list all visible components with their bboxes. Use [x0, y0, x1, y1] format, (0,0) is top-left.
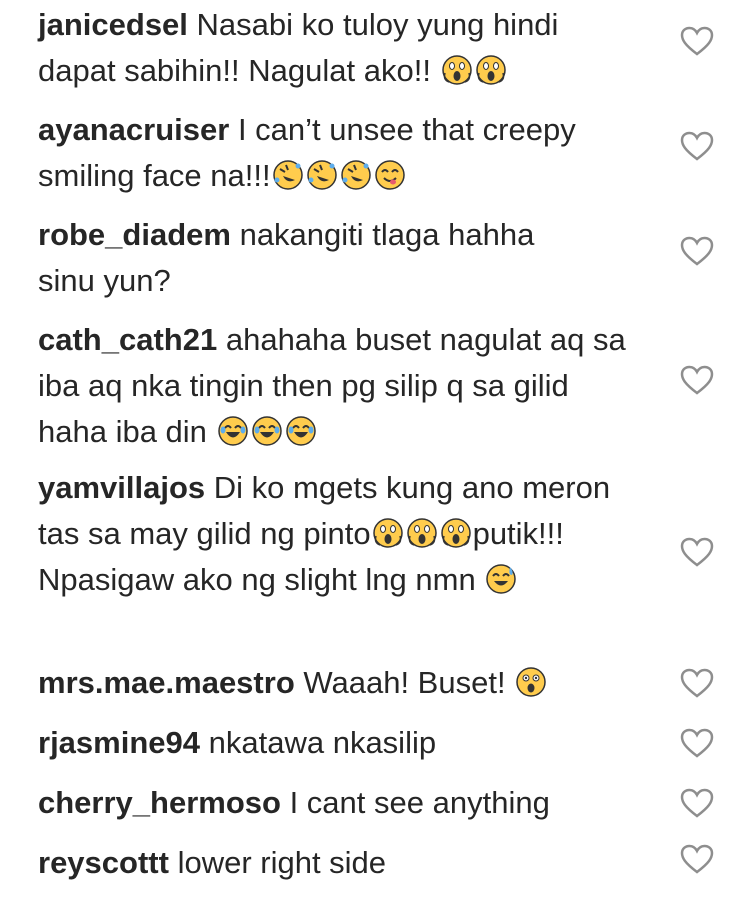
heart-outline-icon[interactable] — [680, 844, 714, 874]
comment-item: reyscottt lower right side — [0, 840, 750, 900]
rofl-emoji — [306, 160, 337, 190]
comment-username[interactable]: mrs.mae.maestro — [38, 665, 295, 700]
comment-item: cherry_hermoso I cant see anything — [0, 780, 750, 840]
comment-item: rjasmine94 nkatawa nkasilip — [0, 720, 750, 780]
scream-emoji — [440, 518, 471, 548]
joy-emoji — [285, 416, 316, 446]
heart-outline-icon[interactable] — [680, 26, 714, 56]
comment-username[interactable]: cath_cath21 — [38, 322, 217, 357]
yum-emoji — [374, 160, 405, 190]
comment-text: ayanacruiser I can’t unsee that creepy s… — [38, 107, 638, 199]
sweat-smile-emoji — [486, 564, 517, 594]
heart-outline-icon[interactable] — [680, 365, 714, 395]
scream-emoji — [406, 518, 437, 548]
comment-username[interactable]: reyscottt — [38, 845, 169, 880]
comment-item: mrs.mae.maestro Waaah! Buset! — [0, 660, 750, 720]
comment-text: mrs.mae.maestro Waaah! Buset! — [38, 660, 638, 706]
comment-username[interactable]: robe_diadem — [38, 217, 231, 252]
heart-outline-icon[interactable] — [680, 537, 714, 567]
comment-username[interactable]: cherry_hermoso — [38, 785, 281, 820]
comment-text: yamvillajos Di ko mgets kung ano meron t… — [38, 465, 638, 603]
comment-username[interactable]: rjasmine94 — [38, 725, 200, 760]
scream-emoji — [372, 518, 403, 548]
rofl-emoji — [272, 160, 303, 190]
comment-item: robe_diadem nakangiti tlaga hahha sinu y… — [0, 210, 750, 315]
heart-outline-icon[interactable] — [680, 236, 714, 266]
comment-text: cath_cath21 ahahaha buset nagulat aq sa … — [38, 317, 638, 455]
comment-username[interactable]: janicedsel — [38, 7, 188, 42]
comment-username[interactable]: yamvillajos — [38, 470, 205, 505]
comment-text: robe_diadem nakangiti tlaga hahha sinu y… — [38, 212, 598, 304]
comment-item: yamvillajos Di ko mgets kung ano meron t… — [0, 465, 750, 660]
heart-outline-icon[interactable] — [680, 131, 714, 161]
comment-text: cherry_hermoso I cant see anything — [38, 780, 638, 826]
comment-body: lower right side — [177, 845, 387, 880]
comment-text: janicedsel Nasabi ko tuloy yung hindi da… — [38, 2, 638, 94]
comment-item: cath_cath21 ahahaha buset nagulat aq sa … — [0, 315, 750, 465]
rofl-emoji — [340, 160, 371, 190]
comment-body: I cant see anything — [289, 785, 550, 820]
comment-item: janicedsel Nasabi ko tuloy yung hindi da… — [0, 0, 750, 105]
comment-body: nkatawa nkasilip — [208, 725, 437, 760]
comment-item: ayanacruiser I can’t unsee that creepy s… — [0, 105, 750, 210]
heart-outline-icon[interactable] — [680, 668, 714, 698]
comments-list: janicedsel Nasabi ko tuloy yung hindi da… — [0, 0, 750, 900]
astonished-emoji — [516, 667, 546, 697]
scream-emoji — [475, 55, 506, 85]
comment-text: reyscottt lower right side — [38, 840, 638, 886]
scream-emoji — [441, 55, 472, 85]
heart-outline-icon[interactable] — [680, 728, 714, 758]
joy-emoji — [217, 416, 248, 446]
heart-outline-icon[interactable] — [680, 788, 714, 818]
joy-emoji — [251, 416, 282, 446]
comment-username[interactable]: ayanacruiser — [38, 112, 229, 147]
comment-text: rjasmine94 nkatawa nkasilip — [38, 720, 638, 766]
comment-body: Waaah! Buset! — [303, 665, 506, 700]
